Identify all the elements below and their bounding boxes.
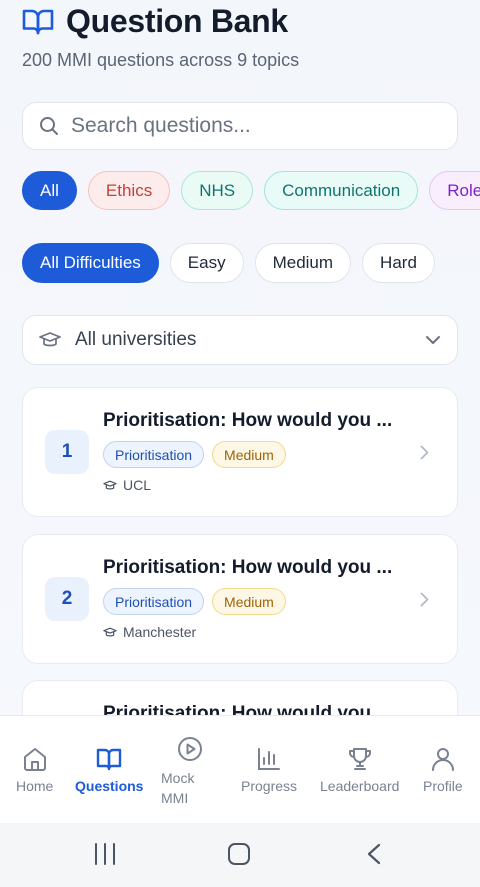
nav-label: Leaderboard bbox=[320, 778, 400, 794]
topic-chip-role[interactable]: Role- bbox=[429, 171, 480, 210]
question-title: Prioritisation: How would you ... bbox=[103, 410, 393, 431]
topic-filter-row: All Ethics NHS Communication Role- bbox=[22, 171, 480, 210]
university-name: Manchester bbox=[123, 624, 197, 640]
nav-home[interactable]: Home bbox=[16, 746, 53, 794]
page-title: Question Bank bbox=[66, 2, 288, 39]
difficulty-chip-medium[interactable]: Medium bbox=[254, 243, 352, 283]
back-button-icon[interactable] bbox=[365, 843, 383, 865]
difficulty-tag: Medium bbox=[212, 588, 286, 615]
difficulty-filter-row: All Difficulties Easy Medium Hard bbox=[22, 243, 435, 283]
chevron-down-icon bbox=[426, 336, 440, 344]
nav-questions[interactable]: Questions bbox=[75, 746, 143, 794]
topic-chip-nhs[interactable]: NHS bbox=[181, 171, 254, 210]
trophy-icon bbox=[348, 748, 371, 770]
question-card[interactable]: 1 Prioritisation: How would you ... Prio… bbox=[22, 387, 458, 517]
university-name: UCL bbox=[123, 477, 152, 493]
book-open-icon bbox=[97, 748, 122, 771]
difficulty-tag: Medium bbox=[212, 441, 286, 468]
topic-tag: Prioritisation bbox=[103, 441, 205, 468]
topic-chip-ethics[interactable]: Ethics bbox=[87, 171, 171, 210]
question-number: 1 bbox=[45, 430, 89, 474]
nav-label: Home bbox=[16, 778, 54, 794]
question-number: 2 bbox=[45, 577, 89, 621]
university-select-value: All universities bbox=[75, 329, 197, 350]
recent-apps-icon[interactable] bbox=[93, 843, 117, 865]
difficulty-chip-hard[interactable]: Hard bbox=[362, 243, 435, 283]
nav-label: Mock MMI bbox=[161, 770, 195, 806]
question-university: Manchester bbox=[103, 624, 196, 640]
user-icon bbox=[431, 748, 454, 771]
topic-tag: Prioritisation bbox=[103, 588, 205, 615]
topic-chip-communication[interactable]: Communication bbox=[264, 171, 419, 210]
nav-mock-mmi[interactable]: Mock MMI bbox=[161, 736, 211, 808]
system-navigation-bar bbox=[0, 823, 480, 887]
difficulty-chip-easy[interactable]: Easy bbox=[169, 243, 244, 283]
search-icon bbox=[40, 117, 58, 135]
nav-profile[interactable]: Profile bbox=[423, 746, 463, 794]
page-subtitle: 200 MMI questions across 9 topics bbox=[22, 50, 300, 70]
chevron-right-icon bbox=[420, 592, 429, 607]
nav-label: Profile bbox=[423, 778, 463, 794]
bottom-nav: Home Questions Mock MMI Progress Leaderb… bbox=[0, 715, 480, 823]
search-input[interactable] bbox=[71, 114, 431, 138]
question-title: Prioritisation: How would you ... bbox=[103, 557, 393, 578]
graduation-cap-icon bbox=[103, 480, 117, 489]
search-bar[interactable] bbox=[22, 102, 458, 150]
play-circle-icon bbox=[178, 737, 202, 761]
university-select[interactable]: All universities bbox=[22, 315, 458, 365]
graduation-cap-icon bbox=[39, 332, 61, 347]
topic-chip-all[interactable]: All bbox=[22, 171, 77, 210]
nav-progress[interactable]: Progress bbox=[241, 746, 297, 794]
graduation-cap-icon bbox=[103, 627, 117, 636]
question-card[interactable]: 2 Prioritisation: How would you ... Prio… bbox=[22, 534, 458, 664]
bar-chart-icon bbox=[258, 748, 281, 770]
home-icon bbox=[23, 748, 46, 771]
book-open-icon bbox=[22, 9, 54, 35]
page-header: Question Bank bbox=[22, 0, 458, 42]
difficulty-chip-all[interactable]: All Difficulties bbox=[22, 243, 159, 283]
home-button-icon[interactable] bbox=[227, 843, 251, 865]
nav-label: Questions bbox=[75, 778, 144, 794]
chevron-right-icon bbox=[420, 445, 429, 460]
nav-label: Progress bbox=[241, 778, 298, 794]
question-university: UCL bbox=[103, 477, 151, 493]
nav-leaderboard[interactable]: Leaderboard bbox=[320, 746, 399, 794]
